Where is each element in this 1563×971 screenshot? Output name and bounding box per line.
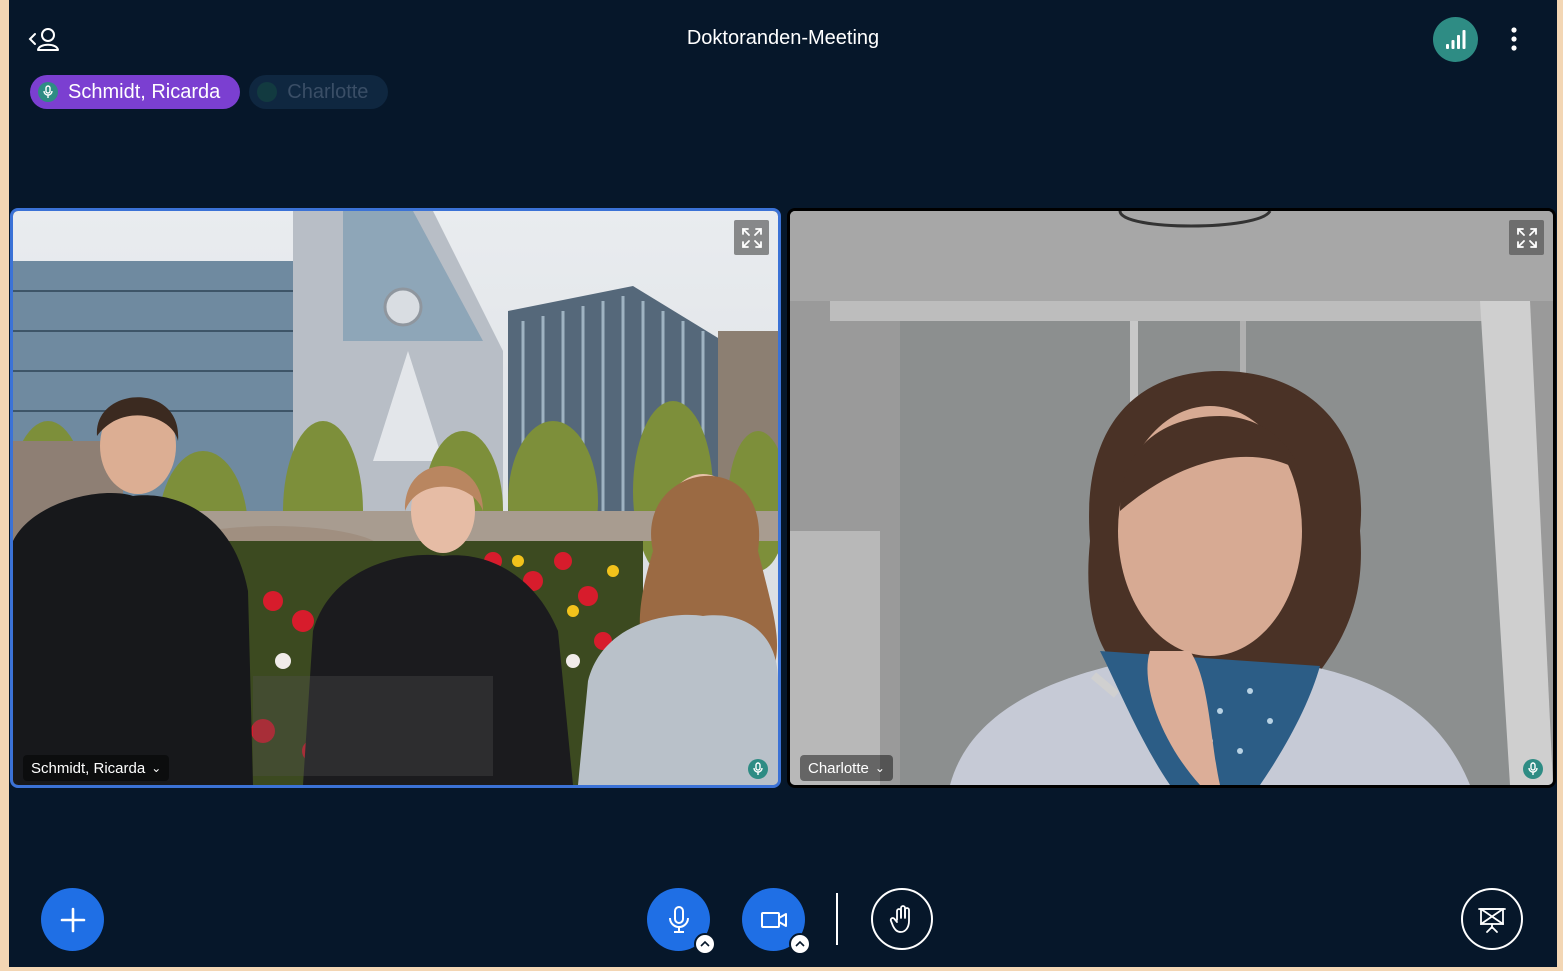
participant-name-tag[interactable]: Charlotte ⌄ bbox=[800, 755, 893, 781]
camera-toggle-button[interactable] bbox=[742, 888, 811, 955]
plus-icon bbox=[60, 907, 85, 932]
more-options-button[interactable] bbox=[1503, 22, 1525, 56]
talker-pill-charlotte[interactable]: Charlotte bbox=[249, 75, 389, 109]
microphone-icon bbox=[668, 905, 689, 933]
talker-pill-schmidt[interactable]: Schmidt, Ricarda bbox=[30, 75, 241, 109]
video-options-button[interactable] bbox=[789, 933, 811, 955]
microphone-icon bbox=[38, 82, 58, 102]
video-feed-charlotte bbox=[790, 211, 1553, 785]
audio-options-button[interactable] bbox=[694, 933, 716, 955]
chevron-down-icon: ⌄ bbox=[151, 761, 162, 775]
status-dot bbox=[257, 82, 278, 102]
mute-microphone-button[interactable] bbox=[647, 888, 716, 955]
fullscreen-button[interactable] bbox=[1509, 220, 1544, 255]
actions-add-button[interactable] bbox=[41, 888, 104, 951]
video-feed-schmidt bbox=[13, 211, 778, 785]
raise-hand-button[interactable] bbox=[871, 888, 933, 950]
talker-name: Charlotte bbox=[287, 80, 369, 103]
participant-name-tag[interactable]: Schmidt, Ricarda ⌄ bbox=[23, 755, 170, 781]
presentation-button[interactable] bbox=[1461, 888, 1523, 950]
fullscreen-icon bbox=[1516, 227, 1537, 248]
meeting-app: Doktoranden-Meeting Schmidt, Ricarda Cha… bbox=[9, 0, 1557, 967]
signal-bars-icon bbox=[1445, 29, 1465, 49]
participant-name: Charlotte bbox=[808, 759, 869, 777]
fullscreen-button[interactable] bbox=[734, 220, 769, 255]
microphone-icon bbox=[748, 759, 768, 779]
meeting-title: Doktoranden-Meeting bbox=[686, 27, 880, 49]
chevron-up-icon bbox=[700, 940, 710, 947]
fullscreen-icon bbox=[741, 227, 762, 248]
more-vertical-icon bbox=[1511, 27, 1517, 51]
video-tile-charlotte[interactable]: Charlotte ⌄ bbox=[787, 208, 1556, 788]
participant-name: Schmidt, Ricarda bbox=[31, 759, 146, 777]
connection-status-button[interactable] bbox=[1433, 17, 1478, 62]
chevron-up-icon bbox=[795, 940, 805, 947]
chevron-down-icon: ⌄ bbox=[874, 761, 885, 775]
talking-indicator-bar: Schmidt, Ricarda Charlotte bbox=[30, 75, 389, 109]
raise-hand-icon bbox=[889, 905, 910, 933]
microphone-icon bbox=[1523, 759, 1543, 779]
toolbar-divider bbox=[836, 893, 838, 945]
talker-name: Schmidt, Ricarda bbox=[68, 80, 221, 103]
camera-icon bbox=[760, 911, 787, 928]
presentation-icon bbox=[1478, 908, 1506, 933]
video-tile-schmidt[interactable]: Schmidt, Ricarda ⌄ bbox=[10, 208, 781, 788]
